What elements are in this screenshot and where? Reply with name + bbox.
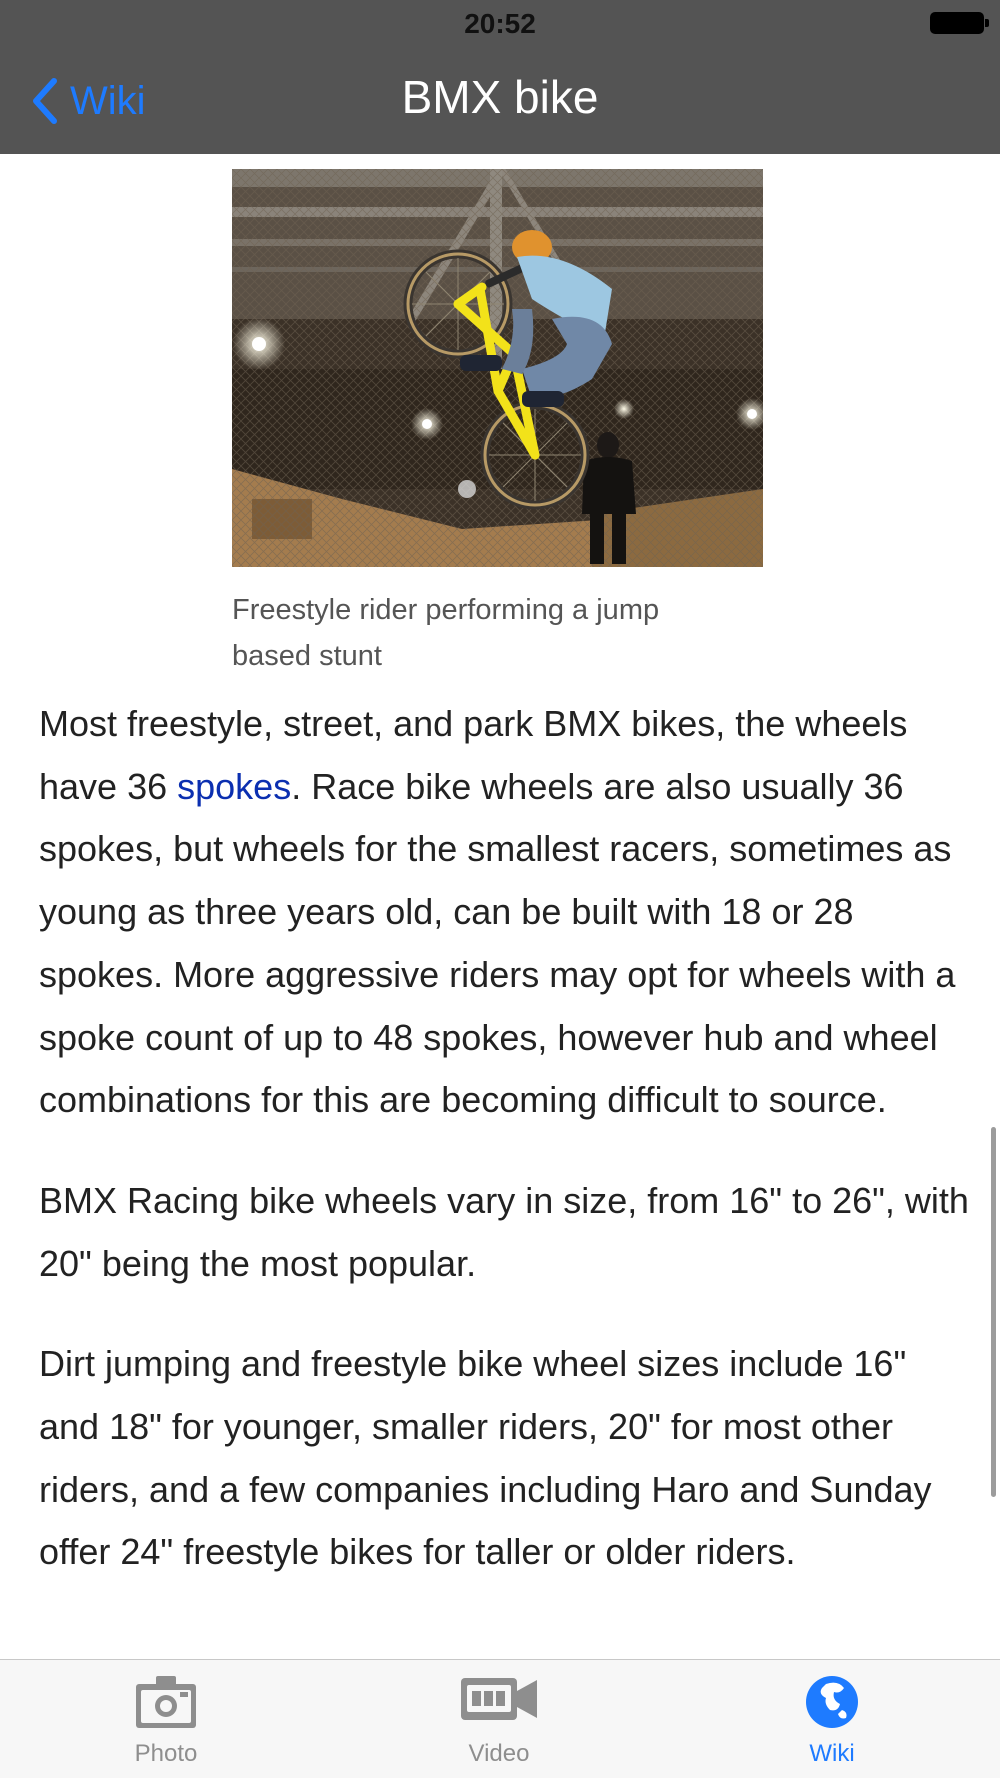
video-camera-icon [461,1678,537,1720]
article-figure: Freestyle rider performing a jump based … [232,169,763,679]
figure-caption: Freestyle rider performing a jump based … [232,594,660,672]
camera-icon [136,1676,196,1728]
article-paragraph-dirt-jumping-sizes: Dirt jumping and freestyle bike wheel si… [39,1343,932,1573]
article-paragraph-wheels-spokes: Most freestyle, street, and park BMX bik… [39,693,969,1132]
article-body: Most freestyle, street, and park BMX bik… [39,693,969,1622]
spokes-link[interactable]: spokes [177,766,291,807]
vertical-scrollbar[interactable] [991,1127,996,1497]
tab-photo[interactable]: Photo [96,1660,236,1778]
tab-video[interactable]: Video [429,1660,569,1778]
bmx-rider-photo[interactable] [232,169,763,567]
app-screen: 20:52 Wiki BMX bike Freestyle rider perf… [0,0,1000,1778]
tab-video-label: Video [468,1740,530,1767]
tab-bar: Photo Video Wiki [0,1659,1000,1778]
globe-icon [806,1676,858,1728]
article-paragraph-racing-sizes: BMX Racing bike wheels vary in size, fro… [39,1179,969,1284]
tab-wiki-label: Wiki [809,1740,855,1767]
battery-icon [930,12,989,34]
navigation-bar: 20:52 Wiki BMX bike [0,0,1000,154]
article-scroll-view[interactable]: Freestyle rider performing a jump based … [0,154,1000,1659]
tab-wiki[interactable]: Wiki [762,1660,902,1778]
status-bar-time: 20:52 [464,8,536,39]
page-title: BMX bike [401,71,599,123]
paragraph-text: . Race bike wheels are also usually 36 s… [39,765,956,1121]
tab-photo-label: Photo [134,1740,198,1767]
